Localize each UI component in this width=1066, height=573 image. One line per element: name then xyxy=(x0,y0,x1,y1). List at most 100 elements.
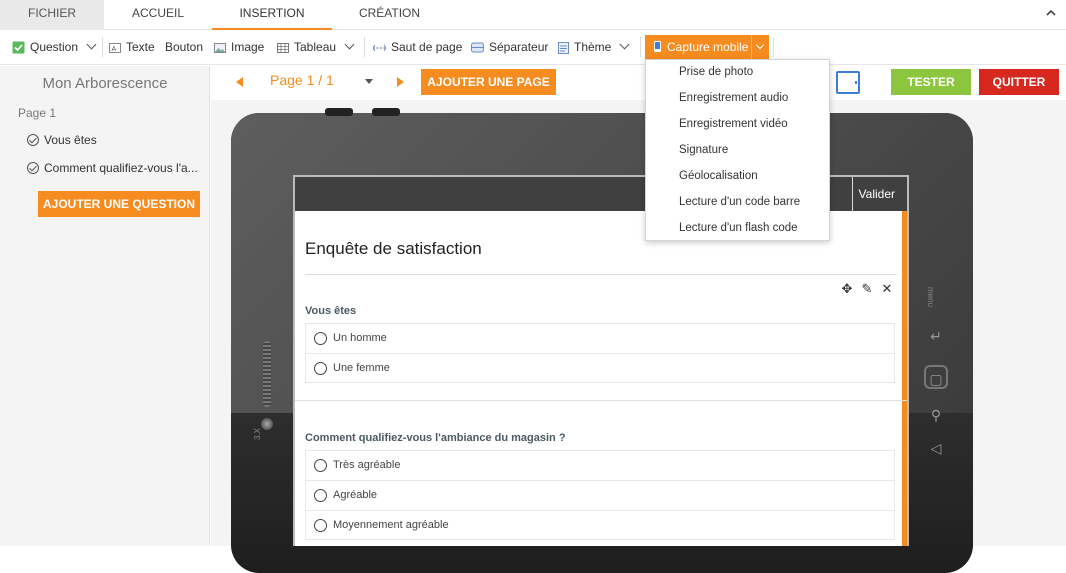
chevron-down-icon[interactable] xyxy=(619,39,630,50)
device-search-icon: ⚲ xyxy=(930,407,942,423)
radio-button[interactable] xyxy=(314,519,327,532)
toolbar-divider xyxy=(102,37,103,57)
option-label: Très agréable xyxy=(333,459,401,471)
menu-item-signature[interactable]: Signature xyxy=(679,144,728,156)
separateur-button[interactable]: Séparateur xyxy=(471,31,548,64)
toolbar-divider xyxy=(773,37,774,57)
capture-mobile-label: Capture mobile xyxy=(667,40,749,54)
option-label: Un homme xyxy=(333,332,387,344)
page-select[interactable]: Page 1 / 1 xyxy=(270,72,334,88)
device-top-button xyxy=(372,108,400,116)
caret-down-icon[interactable] xyxy=(365,79,373,84)
menu-item-prise-de-photo[interactable]: Prise de photo xyxy=(679,66,753,78)
radio-button[interactable] xyxy=(314,459,327,472)
tester-button[interactable]: TESTER xyxy=(891,69,971,95)
bouton-button[interactable]: Bouton xyxy=(165,31,203,64)
menu-item-code-barre[interactable]: Lecture d'un code barre xyxy=(679,196,800,208)
device-back-icon: ↵ xyxy=(930,328,942,344)
theme-button[interactable]: Thème xyxy=(558,31,630,64)
next-page-icon[interactable] xyxy=(397,77,404,87)
tree-question-item[interactable]: Vous êtes xyxy=(27,133,97,147)
tableau-button[interactable]: Tableau xyxy=(277,31,355,64)
valider-button[interactable]: Valider xyxy=(851,177,895,211)
add-question-button[interactable]: AJOUTER UNE QUESTION xyxy=(38,191,200,217)
move-icon[interactable]: ✥ xyxy=(840,282,854,296)
menu-item-geolocalisation[interactable]: Géolocalisation xyxy=(679,170,758,182)
separator-icon xyxy=(471,42,484,53)
device-top-button xyxy=(325,108,353,116)
insertion-toolbar: Question A Texte Bouton Image Tableau Sau… xyxy=(0,31,1066,65)
saut-de-page-label: Saut de page xyxy=(391,40,463,54)
saut-de-page-button[interactable]: Saut de page xyxy=(373,31,462,64)
question-button[interactable]: Question xyxy=(12,31,97,64)
texte-button[interactable]: A Texte xyxy=(109,31,155,64)
survey-title: Enquête de satisfaction xyxy=(305,239,482,258)
menu-item-enregistrement-video[interactable]: Enregistrement vidéo xyxy=(679,118,788,130)
device-camera-dot xyxy=(261,418,273,430)
tablet-view-icon[interactable] xyxy=(836,71,860,94)
add-page-button[interactable]: AJOUTER UNE PAGE xyxy=(421,69,556,95)
image-button[interactable]: Image xyxy=(214,31,264,64)
radio-button[interactable] xyxy=(314,489,327,502)
tab-creation[interactable]: CRÉATION xyxy=(332,0,447,30)
image-label: Image xyxy=(231,40,265,54)
texte-label: Texte xyxy=(126,40,155,54)
collapse-ribbon-icon[interactable] xyxy=(1044,6,1058,20)
tab-fichier[interactable]: FICHIER xyxy=(0,0,104,30)
radio-button[interactable] xyxy=(314,362,327,375)
tab-accueil[interactable]: ACCUEIL xyxy=(104,0,212,30)
tab-insertion[interactable]: INSERTION xyxy=(212,0,332,30)
question-label: Vous êtes xyxy=(305,305,357,317)
toolbar-divider xyxy=(364,37,365,57)
device-home-icon: ▢ xyxy=(924,365,948,389)
chevron-down-icon[interactable] xyxy=(344,39,355,50)
radio-button[interactable] xyxy=(314,332,327,345)
radio-option[interactable]: Une femme xyxy=(305,353,895,383)
previous-page-icon[interactable] xyxy=(236,77,243,87)
screen-scrollbar[interactable] xyxy=(902,211,907,546)
radio-option[interactable]: Très agréable xyxy=(305,450,895,480)
close-icon[interactable]: ✕ xyxy=(880,282,894,296)
check-circle-icon xyxy=(27,162,39,174)
tree-question-item[interactable]: Comment qualifiez-vous l'a... xyxy=(27,161,198,175)
capture-mobile-menu: Prise de photo Enregistrement audio Enre… xyxy=(645,59,830,241)
mobile-phone-icon xyxy=(654,41,661,52)
radio-option[interactable]: Agréable xyxy=(305,480,895,510)
quitter-button[interactable]: QUITTER xyxy=(979,69,1059,95)
menu-item-flash-code[interactable]: Lecture d'un flash code xyxy=(679,222,798,234)
theme-icon xyxy=(558,41,569,54)
svg-text:A: A xyxy=(112,46,117,53)
checkbox-icon xyxy=(12,41,25,54)
bouton-label: Bouton xyxy=(165,40,204,54)
page-break-icon xyxy=(373,44,386,52)
theme-label: Thème xyxy=(574,40,612,54)
chevron-down-icon[interactable] xyxy=(86,39,97,50)
tree-question-label: Vous êtes xyxy=(44,133,97,147)
edit-icon[interactable]: ✎ xyxy=(860,282,874,296)
separateur-label: Séparateur xyxy=(489,40,549,54)
radio-option[interactable]: Moyennement agréable xyxy=(305,510,895,540)
sidebar-tree: Mon Arborescence Page 1 Vous êtes Commen… xyxy=(0,66,210,546)
tree-page-item[interactable]: Page 1 xyxy=(18,106,56,120)
menu-bar: FICHIER ACCUEIL INSERTION CRÉATION xyxy=(0,0,1066,30)
tableau-label: Tableau xyxy=(294,40,337,54)
image-icon xyxy=(214,42,226,53)
title-divider xyxy=(305,274,897,275)
capture-mobile-button[interactable]: Capture mobile xyxy=(645,35,769,59)
chevron-down-icon[interactable] xyxy=(751,35,769,59)
device-side-text: menu xyxy=(926,287,935,308)
option-label: Agréable xyxy=(333,489,378,501)
check-circle-icon xyxy=(27,134,39,146)
device-brand-text: 3.X xyxy=(253,427,262,440)
menu-item-enregistrement-audio[interactable]: Enregistrement audio xyxy=(679,92,788,104)
question-label: Comment qualifiez-vous l'ambiance du mag… xyxy=(305,432,566,444)
question-tools: ✥ ✎ ✕ xyxy=(840,280,900,296)
device-prev-icon: ◁ xyxy=(930,440,942,456)
question-divider xyxy=(295,400,907,401)
question-label: Question xyxy=(30,40,79,54)
toolbar-divider xyxy=(640,37,641,57)
radio-option[interactable]: Un homme xyxy=(305,323,895,353)
option-label: Moyennement agréable xyxy=(333,519,449,531)
device-speaker-grille xyxy=(263,341,271,407)
tree-question-label: Comment qualifiez-vous l'a... xyxy=(44,161,198,175)
